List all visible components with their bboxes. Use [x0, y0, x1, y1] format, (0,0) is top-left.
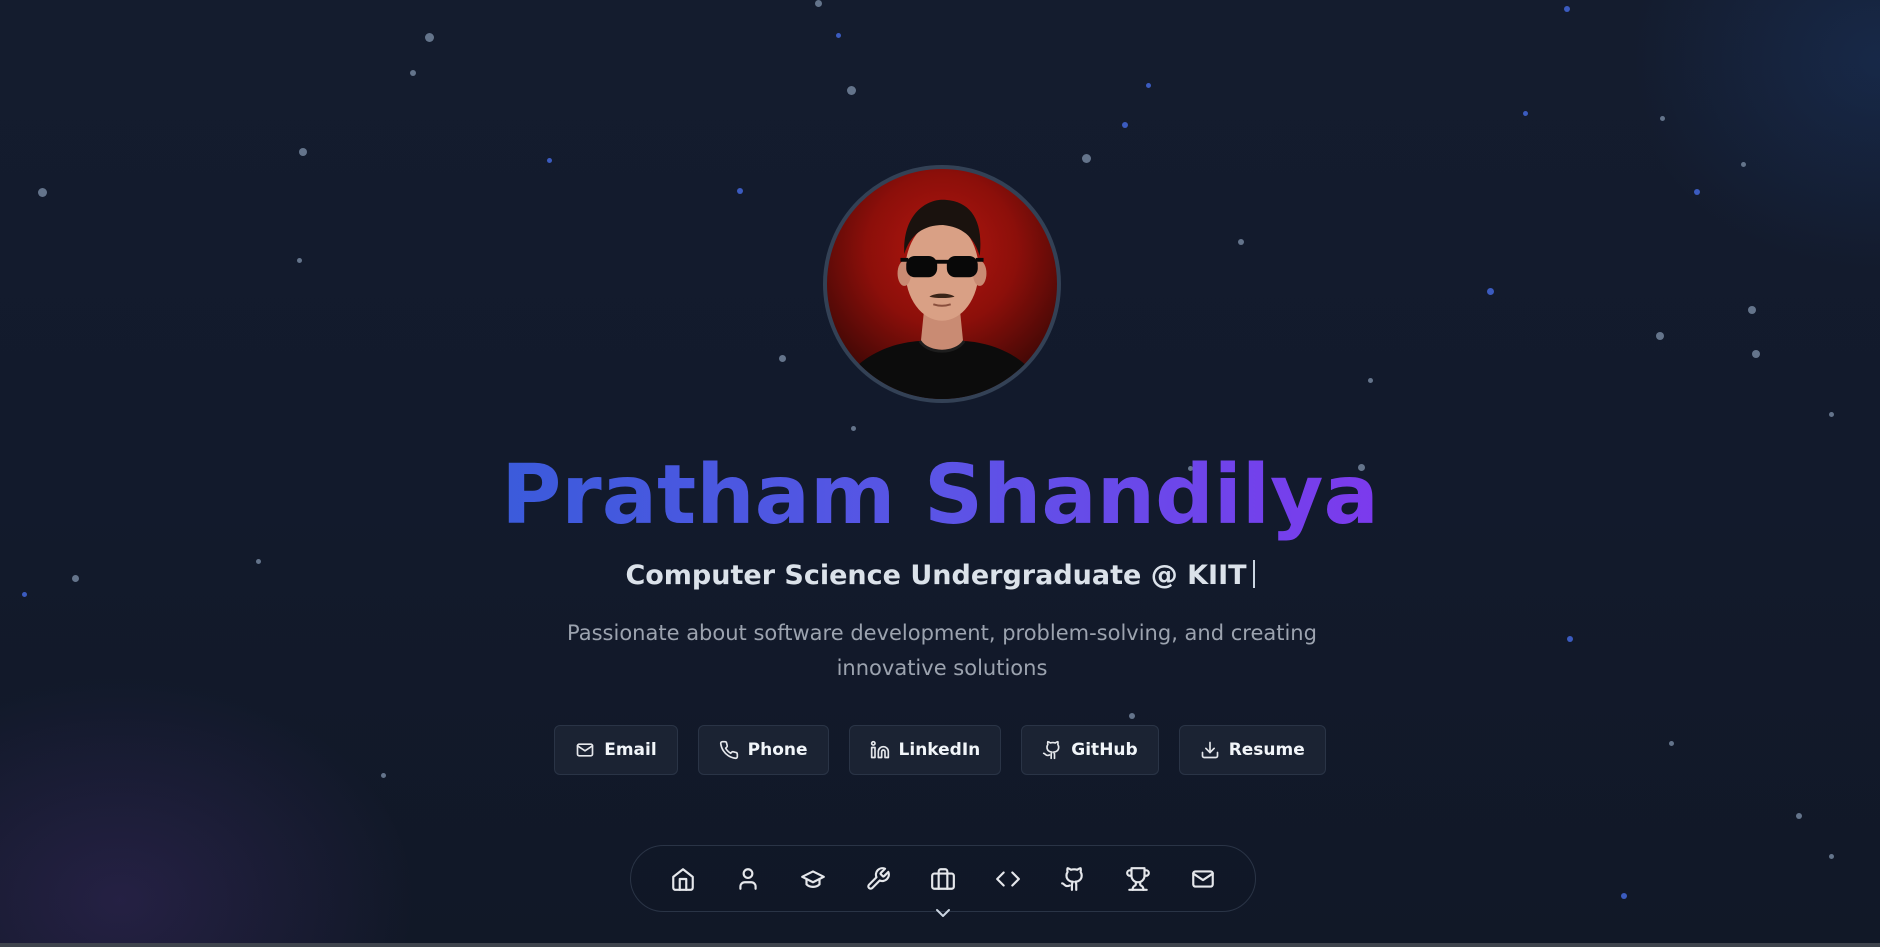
typing-cursor [1252, 560, 1255, 588]
email-button-label: Email [604, 740, 657, 760]
user-icon [739, 867, 757, 890]
contact-links: Email Phone LinkedIn GitHub Resume [0, 725, 1880, 775]
nav-contact[interactable] [1187, 863, 1219, 895]
nav-achievements[interactable] [1122, 863, 1154, 895]
email-button[interactable]: Email [554, 725, 678, 775]
scroll-down-chevron[interactable] [932, 905, 954, 921]
nav-home[interactable] [667, 863, 699, 895]
linkedin-icon [870, 740, 889, 759]
profile-title-text: Computer Science Undergraduate @ KIIT [625, 560, 1247, 591]
linkedin-button[interactable]: LinkedIn [848, 725, 1002, 775]
nav-experience[interactable] [927, 863, 959, 895]
resume-button-label: Resume [1228, 740, 1305, 760]
nav-projects[interactable] [992, 863, 1024, 895]
section-nav [630, 845, 1256, 912]
github-icon [1043, 740, 1060, 760]
github-icon [1061, 866, 1083, 891]
resume-button[interactable]: Resume [1178, 725, 1326, 775]
download-icon [1201, 741, 1219, 759]
profile-avatar [823, 165, 1061, 403]
profile-name: Pratham Shandilya [501, 448, 1379, 543]
linkedin-button-label: LinkedIn [898, 740, 981, 760]
nav-about[interactable] [732, 863, 764, 895]
portrait-illustration [836, 199, 1048, 399]
github-button-label: GitHub [1071, 740, 1138, 760]
phone-button[interactable]: Phone [697, 725, 829, 775]
github-button[interactable]: GitHub [1021, 725, 1159, 775]
home-icon [672, 867, 694, 891]
profile-title: Computer Science Undergraduate @ KIIT [0, 558, 1880, 594]
chevron-down-icon [936, 909, 950, 917]
profile-tagline: Passionate about software development, p… [567, 621, 1317, 680]
mail-icon [576, 743, 594, 757]
briefcase-icon [931, 867, 955, 890]
graduation-cap-icon [801, 869, 825, 888]
phone-icon [719, 740, 738, 760]
code-icon [996, 870, 1020, 887]
bottom-divider [0, 943, 1880, 947]
portfolio-hero: Pratham Shandilya Computer Science Under… [0, 0, 1880, 947]
wrench-icon [867, 866, 890, 890]
nav-github[interactable] [1057, 863, 1089, 895]
nav-education[interactable] [797, 863, 829, 895]
mail-icon [1192, 869, 1214, 888]
trophy-icon [1126, 866, 1150, 891]
nav-skills[interactable] [862, 863, 894, 895]
phone-button-label: Phone [747, 740, 808, 760]
